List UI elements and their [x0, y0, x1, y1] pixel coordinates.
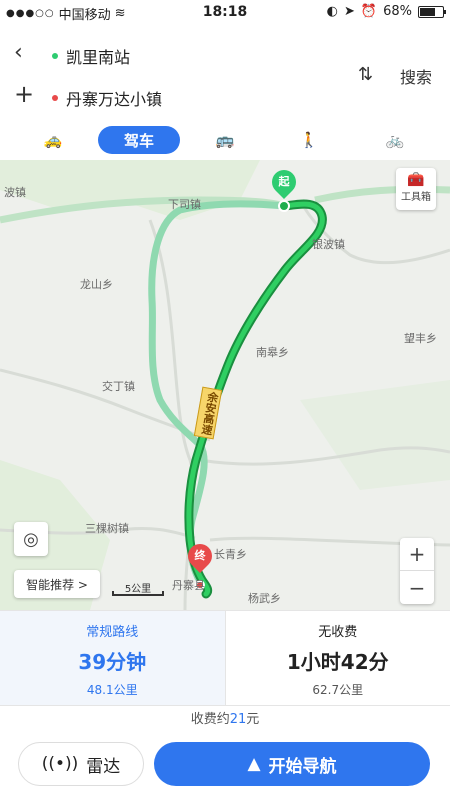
start-pin-label: 起	[278, 175, 290, 188]
status-right: ◐ ➤ ⏰ 68%	[326, 4, 446, 19]
end-pin-label: 终	[194, 549, 206, 562]
map-label-xiasi: 下司镇	[168, 198, 201, 211]
route-header: ‹ 凯里南站 + 丹寨万达小镇 ⇅ 搜索	[0, 30, 450, 120]
route-options: 常规路线 39分钟 48.1公里 无收费 1小时42分 62.7公里	[0, 610, 450, 706]
destination-dot-icon	[52, 95, 58, 101]
route-time: 39分钟	[78, 650, 147, 674]
swap-icon[interactable]: ⇅	[358, 64, 373, 85]
tab-bike[interactable]: 🚲	[380, 126, 410, 154]
bus-icon: 🚌	[215, 131, 235, 149]
tab-drive[interactable]: 驾车	[98, 126, 180, 154]
map-label-sankeshu: 三棵树镇	[85, 522, 129, 535]
smart-recommend-button[interactable]: 智能推荐 >	[14, 570, 100, 598]
locate-icon: ◎	[23, 528, 39, 550]
route-distance: 48.1公里	[86, 683, 138, 697]
locate-button[interactable]: ◎	[14, 522, 48, 556]
walk-icon: 🚶	[299, 131, 319, 149]
map-label-yangwu: 杨武乡	[248, 592, 281, 605]
map-label-boshen: 波镇	[4, 186, 26, 199]
map-scale: 5公里	[112, 580, 164, 596]
map-label-nangao: 南皋乡	[256, 346, 289, 359]
battery-icon	[418, 5, 446, 18]
toolbox-icon: 🧰	[407, 172, 425, 188]
zoom-out-button[interactable]: −	[400, 571, 434, 604]
route-option-1[interactable]: 常规路线 39分钟 48.1公里	[0, 611, 226, 705]
radar-label: 雷达	[86, 756, 121, 777]
lock-rotation-icon: ◐	[326, 4, 338, 19]
taxi-icon: 🚕	[43, 131, 63, 149]
navigation-arrow-icon: ▲	[247, 754, 261, 774]
route-tag: 常规路线	[86, 625, 139, 640]
tab-bus[interactable]: 🚌	[210, 126, 240, 154]
map-label-changqing: 长青乡	[214, 548, 247, 561]
zoom-control: + −	[400, 538, 434, 604]
route-tag: 无收费	[318, 625, 358, 640]
route-distance: 62.7公里	[312, 683, 364, 697]
zoom-in-button[interactable]: +	[400, 538, 434, 571]
alarm-icon: ⏰	[360, 4, 378, 19]
start-navigation-label: 开始导航	[268, 756, 337, 777]
map-label-wangfeng: 望丰乡	[404, 332, 437, 345]
tab-walk[interactable]: 🚶	[294, 126, 324, 154]
battery-percent: 68%	[383, 4, 412, 19]
radar-button[interactable]: ((•)) 雷达	[18, 742, 144, 786]
travel-mode-tabs: 🚕 驾车 🚌 🚶 🚲	[0, 120, 450, 160]
toll-info: 收费约21元	[0, 708, 450, 732]
destination-field[interactable]: 丹寨万达小镇	[52, 86, 162, 110]
start-pin[interactable]: 起	[267, 165, 301, 199]
destination-label: 丹寨万达小镇	[66, 90, 163, 109]
status-bar: ●●●○○ 中国移动 ≋ 18:18 ◐ ➤ ⏰ 68%	[0, 0, 450, 24]
origin-field[interactable]: 凯里南站	[52, 44, 130, 68]
origin-dot-icon	[52, 53, 58, 59]
toolbox-button[interactable]: 🧰 工具箱	[396, 168, 436, 210]
map-canvas	[0, 160, 450, 610]
end-pin[interactable]: 终	[183, 539, 217, 573]
toll-unit: 元	[246, 712, 260, 727]
map-view[interactable]: 波镇 下司镇 银波镇 龙山乡 南皋乡 望丰乡 交丁镇 三棵树镇 长青乡 杨武乡 …	[0, 160, 450, 610]
tab-drive-label: 驾车	[123, 131, 154, 150]
route-time: 1小时42分	[286, 650, 389, 674]
route-option-2[interactable]: 无收费 1小时42分 62.7公里	[226, 611, 450, 705]
toll-prefix: 收费约	[190, 712, 230, 727]
map-label-jiaoying: 交丁镇	[102, 380, 135, 393]
map-label-longshan: 龙山乡	[80, 278, 113, 291]
add-waypoint-icon[interactable]: +	[14, 80, 34, 108]
start-navigation-button[interactable]: ▲ 开始导航	[154, 742, 430, 786]
location-icon: ➤	[344, 4, 355, 19]
bike-icon: 🚲	[385, 131, 405, 149]
toolbox-label: 工具箱	[401, 192, 431, 203]
toll-amount: 21	[229, 712, 247, 727]
back-icon[interactable]: ‹	[14, 40, 23, 65]
tab-taxi[interactable]: 🚕	[38, 126, 68, 154]
map-label-danzhai: 丹寨县	[172, 579, 205, 592]
scale-bar	[112, 591, 164, 596]
origin-label: 凯里南站	[66, 48, 131, 67]
map-label-yinbo: 银波镇	[312, 238, 345, 251]
radar-icon: ((•))	[41, 754, 79, 774]
search-button[interactable]: 搜索	[400, 64, 432, 88]
